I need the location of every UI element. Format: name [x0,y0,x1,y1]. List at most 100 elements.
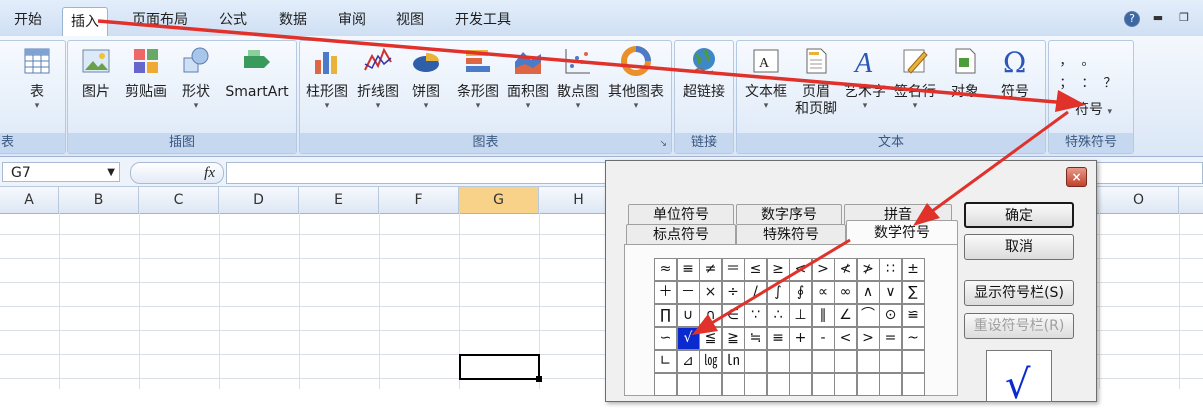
ok-button[interactable]: 确定 [964,202,1074,228]
mini-symbol-comma[interactable]: ， [1055,51,1077,73]
show-symbol-bar-button[interactable]: 显示符号栏(S) [964,280,1074,306]
active-cell-g7[interactable] [459,354,540,380]
tab-formulas[interactable]: 公式 [211,6,255,34]
symbol-cell[interactable] [879,350,902,373]
symbol-cell[interactable]: ∫ [766,281,790,304]
smartart-button[interactable]: SmartArt [220,46,294,101]
symbol-cell[interactable] [834,373,857,396]
fill-handle[interactable] [536,376,542,382]
symbol-cell[interactable]: ㏒ [699,350,722,373]
symbol-cell[interactable] [834,350,857,373]
symbol-cell[interactable]: ∩ [699,304,722,327]
symbol-cell[interactable]: ＋ [654,281,677,304]
bar-chart-button[interactable]: 条形图 ▾ [454,46,502,111]
symbol-cell[interactable]: ≡ [676,258,700,281]
symbol-cell[interactable] [676,373,700,396]
line-chart-button[interactable]: 折线图 ▾ [354,46,402,111]
tab-data[interactable]: 数据 [271,6,315,34]
symbol-cell[interactable]: ∟ [654,350,677,373]
signature-line-button[interactable]: 签名行 ▾ [891,46,939,111]
mini-symbol-colon[interactable]: ： [1077,73,1099,95]
tab-view[interactable]: 视图 [388,6,432,34]
tab-math-symbols[interactable]: 数学符号 [846,220,958,244]
symbol-cell[interactable]: ⌒ [856,304,880,327]
minimize-icon[interactable]: ▬ [1150,11,1166,25]
symbol-cell[interactable]: = [879,327,902,350]
column-chart-button[interactable]: 柱形图 ▾ [304,46,350,111]
symbol-cell[interactable] [856,350,880,373]
symbol-cell[interactable] [654,373,677,396]
chevron-down-icon[interactable]: ▼ [107,163,115,183]
scatter-chart-button[interactable]: 散点图 ▾ [554,46,602,111]
area-chart-button[interactable]: 面积图 ▾ [504,46,552,111]
symbol-cell[interactable]: ∏ [654,304,677,327]
symbol-cell[interactable] [811,373,835,396]
tab-page-layout[interactable]: 页面布局 [124,6,196,34]
symbol-cell[interactable]: ≠ [699,258,722,281]
column-header-b[interactable]: B [59,187,139,213]
symbol-cell[interactable]: > [856,327,880,350]
symbol-cell[interactable] [789,350,812,373]
symbol-cell[interactable]: ≦ [699,327,722,350]
symbol-cell[interactable]: > [811,258,835,281]
symbol-cell[interactable]: ∠ [834,304,857,327]
clipart-button[interactable]: 剪贴画 [122,46,170,101]
shapes-button[interactable]: 形状 ▾ [176,46,216,111]
special-symbol-button[interactable]: 符号 ▾ [1075,99,1112,119]
symbol-cell[interactable]: ≒ [744,327,767,350]
fx-button[interactable]: fx [130,162,224,184]
symbol-cell[interactable]: ＝ [721,258,745,281]
symbol-cell[interactable] [766,350,790,373]
symbol-cell[interactable]: ≥ [766,258,790,281]
name-box[interactable]: G7 ▼ [2,162,120,182]
symbol-cell[interactable]: ÷ [721,281,745,304]
table-button[interactable]: 表 ▾ [17,46,57,111]
symbol-cell[interactable]: ± [901,258,925,281]
symbol-cell[interactable]: ≌ [901,304,925,327]
symbol-cell[interactable]: ∽ [654,327,677,350]
symbol-cell[interactable] [879,373,902,396]
tab-home[interactable]: 开始 [6,6,50,34]
symbol-cell[interactable]: ㏑ [721,350,745,373]
symbol-cell[interactable] [856,373,880,396]
tab-special-symbols[interactable]: 特殊符号 [736,224,846,244]
symbol-cell[interactable]: － [676,281,700,304]
symbol-cell[interactable]: ∞ [834,281,857,304]
wordart-button[interactable]: A 艺术字 ▾ [841,46,889,111]
column-header-g[interactable]: G [459,187,539,213]
dialog-launcher-icon[interactable]: ↘ [659,139,667,149]
tab-number-symbols[interactable]: 数字序号 [736,204,842,224]
symbol-cell[interactable]: ≤ [744,258,767,281]
symbol-cell[interactable]: ∥ [811,304,835,327]
object-button[interactable]: 对象 [941,46,989,101]
symbol-cell[interactable]: + [789,327,812,350]
tab-punctuation[interactable]: 标点符号 [626,224,736,244]
symbol-cell[interactable]: < [789,258,812,281]
column-header-a[interactable]: A [0,187,59,213]
symbol-cell[interactable]: ∈ [721,304,745,327]
mini-symbol-semicolon[interactable]: ； [1055,73,1077,95]
cancel-button[interactable]: 取消 [964,234,1074,260]
symbol-cell[interactable]: × [699,281,722,304]
picture-button[interactable]: 图片 [76,46,116,101]
symbol-cell[interactable]: ⊙ [879,304,902,327]
symbol-cell[interactable] [721,373,745,396]
symbol-cell[interactable]: ∵ [744,304,767,327]
help-icon[interactable]: ? [1124,11,1140,27]
textbox-button[interactable]: A 文本框 ▾ [741,46,791,111]
symbol-cell[interactable] [744,350,767,373]
tab-insert[interactable]: 插入 [62,7,108,37]
symbol-cell[interactable] [699,373,722,396]
column-header-f[interactable]: F [379,187,459,213]
symbol-cell[interactable]: ∧ [856,281,880,304]
column-header-d[interactable]: D [219,187,299,213]
tab-review[interactable]: 审阅 [330,6,374,34]
symbol-cell[interactable] [789,373,812,396]
header-footer-button[interactable]: 页眉 和页脚 [793,46,839,118]
symbol-cell[interactable]: ∷ [879,258,902,281]
symbol-cell[interactable]: - [811,327,835,350]
column-header-c[interactable]: C [139,187,219,213]
symbol-cell[interactable]: ~ [901,327,925,350]
mini-symbol-period[interactable]: 。 [1077,51,1099,73]
symbol-button[interactable]: Ω 符号 [991,46,1039,101]
